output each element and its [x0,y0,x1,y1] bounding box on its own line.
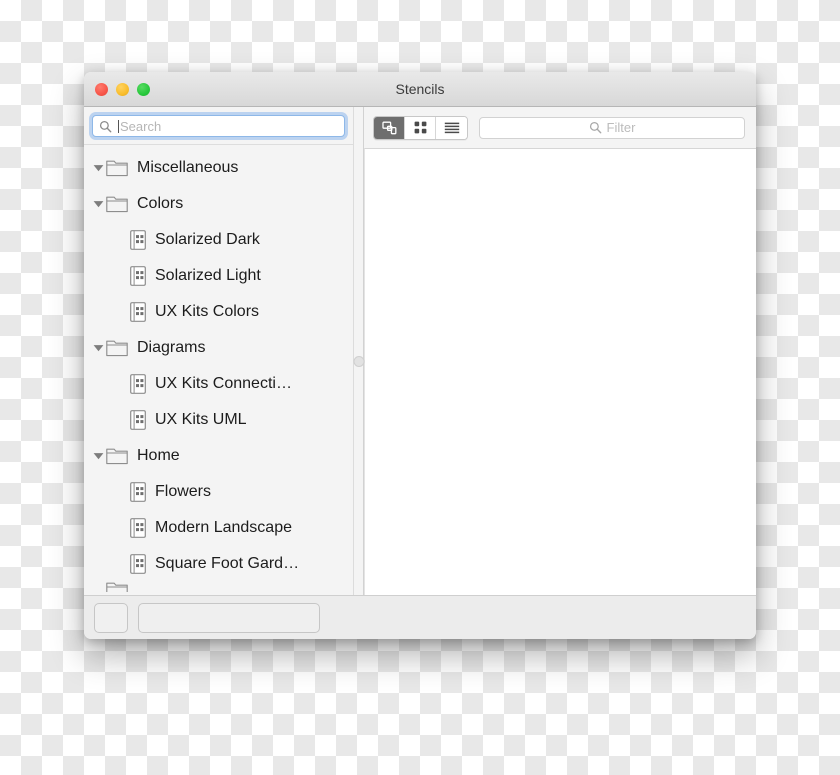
tree-row-label: Diagrams [137,339,206,356]
tree-row[interactable]: Modern Landscape [84,510,353,546]
disclosure-triangle[interactable] [90,200,106,208]
detail-pane: Filter [364,107,756,595]
view-mode-grid-button[interactable] [405,116,436,139]
tree-row[interactable]: Square Foot Gard… [84,546,353,582]
tree-row-label: Miscellaneous [137,159,239,176]
filter-placeholder: Filter [606,120,636,135]
split-divider[interactable] [353,107,364,595]
title-bar[interactable]: Stencils [84,72,756,107]
tree-row-label: Colors [137,195,184,212]
tree-row[interactable]: UX Kits Colors [84,294,353,330]
view-mode-list-button[interactable] [436,116,467,139]
folder-icon [106,196,128,212]
search-bar: Search [84,107,353,145]
disclosure-triangle-icon[interactable] [93,164,104,172]
stencil-icon [130,518,146,538]
overlapping-shapes-icon [381,121,396,134]
list-icon [444,122,459,133]
stencil-tree[interactable]: Miscellaneous Colors Solarized Dark Solariz… [84,145,353,595]
disclosure-triangle-icon[interactable] [93,452,104,460]
window-title: Stencils [395,81,445,97]
search-input[interactable]: Search [92,115,345,137]
stencil-icon [130,230,146,250]
stencil-icon [130,266,146,286]
search-icon [589,121,601,134]
stencils-window: Stencils Search Miscellaneous Colors Solar… [84,72,756,639]
stencil-icon [130,374,146,394]
view-mode-segmented-control[interactable] [373,115,468,140]
stencil-icon [130,374,146,394]
tree-row-label: UX Kits UML [155,411,247,428]
tree-row-label: Flowers [155,483,212,500]
disclosure-triangle-icon[interactable] [93,344,104,352]
view-mode-stencil-button[interactable] [374,116,405,139]
tree-row-partial[interactable] [84,582,353,592]
tree-row-label: Solarized Dark [155,231,260,248]
grid-icon [414,121,426,134]
tree-row[interactable]: Flowers [84,474,353,510]
tree-row[interactable]: Solarized Dark [84,222,353,258]
disclosure-triangle[interactable] [90,344,106,352]
tree-row-label: UX Kits Connecti… [155,375,292,392]
search-placeholder: Search [120,118,162,134]
stencil-icon [130,410,146,430]
stencil-icon [130,410,146,430]
folder-icon [106,340,128,357]
stencil-icon [130,266,146,286]
stencil-canvas[interactable] [364,148,756,595]
tree-row-label: Solarized Light [155,267,261,284]
filter-input[interactable]: Filter [479,116,745,139]
tree-row-label: Modern Landscape [155,519,292,536]
stencil-icon [130,230,146,250]
bottom-bar [84,595,756,639]
folder-icon [106,582,128,592]
tree-row[interactable]: Home [84,438,353,474]
folder-icon [106,160,128,176]
tree-row[interactable]: Colors [84,186,353,222]
folder-icon [106,160,128,177]
split-view: Search Miscellaneous Colors Solarized Dark… [84,107,756,595]
bottom-action-button[interactable] [94,602,128,633]
folder-icon [106,340,128,356]
sidebar: Search Miscellaneous Colors Solarized Dark… [84,107,353,595]
tree-row-label: Square Foot Gard… [155,555,300,572]
split-resize-handle[interactable] [353,356,364,367]
disclosure-triangle-icon[interactable] [93,200,104,208]
disclosure-triangle[interactable] [90,452,106,460]
stencil-icon [130,302,146,322]
bottom-combo-field[interactable] [138,602,320,633]
tree-row[interactable]: UX Kits UML [84,402,353,438]
search-icon [99,120,112,132]
folder-icon [106,448,128,464]
stencil-icon [130,554,146,574]
folder-icon [106,196,128,213]
stencil-icon [130,482,146,502]
stencil-icon [130,554,146,574]
stencil-icon [130,518,146,538]
stencil-icon [130,302,146,322]
tree-row[interactable]: UX Kits Connecti… [84,366,353,402]
tree-row[interactable]: Diagrams [84,330,353,366]
tree-row-label: Home [137,447,180,464]
tree-row-label: UX Kits Colors [155,303,260,320]
folder-icon [106,448,128,465]
stencil-icon [130,482,146,502]
disclosure-triangle[interactable] [90,164,106,172]
tree-row[interactable]: Solarized Light [84,258,353,294]
detail-toolbar: Filter [364,107,756,148]
text-caret [118,119,119,133]
tree-row[interactable]: Miscellaneous [84,150,353,186]
